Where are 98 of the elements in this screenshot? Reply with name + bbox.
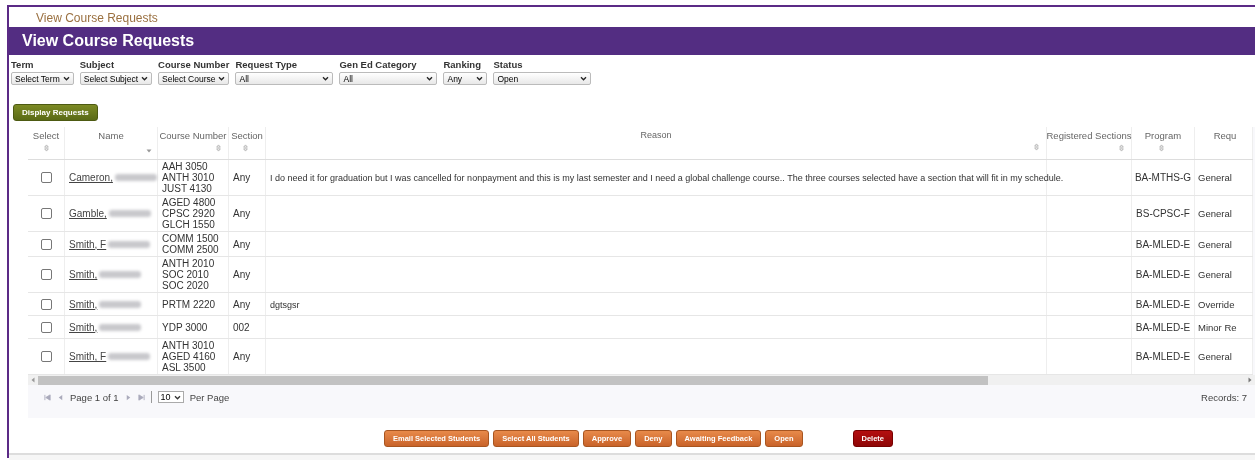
column-header[interactable]: Reason bbox=[640, 130, 672, 140]
redacted-name bbox=[99, 323, 142, 331]
filter-label: Request Type bbox=[235, 59, 298, 70]
row-checkbox[interactable] bbox=[40, 269, 52, 281]
table-cell: General bbox=[1198, 208, 1232, 219]
page-title: View Course Requests bbox=[22, 32, 195, 50]
section-cell: Any bbox=[233, 172, 251, 183]
filter-label: Ranking bbox=[443, 59, 481, 70]
table-cell: Minor Re bbox=[1198, 321, 1237, 333]
section-cell: Any bbox=[233, 208, 251, 219]
student-name-link[interactable]: Smith, F bbox=[69, 351, 107, 362]
row-checkbox[interactable] bbox=[40, 298, 52, 310]
redacted-name bbox=[114, 174, 157, 181]
row-checkbox[interactable] bbox=[40, 172, 52, 184]
program-cell: BA-MTHS-G bbox=[1134, 172, 1192, 183]
per-page-label: Per Page bbox=[189, 391, 230, 403]
row-checkbox[interactable] bbox=[40, 208, 52, 220]
filter-dropdown[interactable]: All bbox=[235, 72, 334, 85]
breadcrumb-link[interactable]: View Course Requests bbox=[36, 11, 158, 27]
row-checkbox[interactable] bbox=[40, 351, 52, 363]
sort-icon[interactable] bbox=[1158, 144, 1164, 152]
filter-label: Course Number bbox=[158, 59, 230, 70]
chevron-down-icon bbox=[580, 76, 588, 81]
filter-label: Status bbox=[493, 59, 523, 70]
reason-cell: dgtsgsr bbox=[270, 299, 300, 310]
redacted-name bbox=[108, 353, 151, 360]
course-numbers: AGED 4800 CPSC 2920 GLCH 1550 bbox=[162, 197, 217, 230]
redacted-name bbox=[108, 210, 151, 217]
student-name-link[interactable]: Smith, bbox=[69, 321, 98, 333]
course-numbers: YDP 3000 bbox=[162, 321, 209, 333]
table-cell: Override bbox=[1198, 298, 1235, 310]
sort-descending-icon[interactable] bbox=[146, 149, 152, 153]
next-page-icon[interactable] bbox=[124, 393, 132, 401]
chevron-down-icon bbox=[173, 394, 181, 400]
student-name-link[interactable]: Gamble, bbox=[69, 208, 107, 219]
student-name-link[interactable]: Smith, bbox=[69, 269, 98, 280]
table-cell: General bbox=[1198, 269, 1232, 280]
program-cell: BA-MLED-E bbox=[1135, 321, 1191, 333]
filter-dropdown[interactable]: Select Course bbox=[158, 72, 230, 85]
program-cell: BS-CPSC-F bbox=[1136, 208, 1190, 219]
table-cell: General bbox=[1198, 172, 1232, 183]
course-numbers: PRTM 2220 bbox=[162, 298, 217, 310]
section-cell: 002 bbox=[233, 321, 250, 333]
column-header[interactable]: Requ bbox=[1213, 130, 1237, 141]
table-cell: General bbox=[1198, 351, 1232, 362]
chevron-down-icon bbox=[426, 76, 434, 81]
course-numbers: ANTH 3010 AGED 4160 ASL 3500 bbox=[162, 340, 217, 373]
filter-dropdown[interactable]: Select Term bbox=[11, 72, 74, 85]
records-count: Records: 7 bbox=[1201, 391, 1247, 403]
previous-page-icon[interactable] bbox=[57, 393, 64, 401]
redacted-name bbox=[99, 300, 142, 308]
course-numbers: ANTH 2010 SOC 2010 SOC 2020 bbox=[162, 258, 216, 291]
chevron-down-icon bbox=[322, 76, 330, 81]
program-cell: BA-MLED-E bbox=[1135, 269, 1191, 280]
program-cell: BA-MLED-E bbox=[1135, 238, 1191, 250]
filter-dropdown[interactable]: Any bbox=[443, 72, 488, 85]
row-checkbox[interactable] bbox=[40, 321, 52, 333]
chevron-down-icon bbox=[476, 76, 484, 81]
scroll-left-icon[interactable] bbox=[31, 377, 35, 383]
column-header[interactable]: Program bbox=[1144, 130, 1182, 141]
chevron-down-icon bbox=[218, 76, 226, 81]
first-page-icon[interactable] bbox=[44, 393, 51, 401]
last-page-icon[interactable] bbox=[137, 393, 145, 401]
filter-label: Term bbox=[11, 59, 34, 70]
program-cell: BA-MLED-E bbox=[1135, 298, 1191, 310]
sort-icon[interactable] bbox=[1034, 143, 1039, 151]
column-header[interactable]: Name bbox=[98, 130, 124, 141]
reason-cell: I do need it for graduation but I was cancelled for nonpayment and this is my last semester and I need a global challenge course.. The three courses selected have a section that will fit in my schedule. bbox=[270, 173, 1064, 183]
chevron-down-icon bbox=[141, 76, 149, 81]
per-page-dropdown[interactable]: 10 bbox=[157, 391, 184, 403]
course-numbers: AAH 3050 ANTH 3010 JUST 4130 bbox=[162, 161, 216, 194]
section-cell: Any bbox=[233, 351, 251, 362]
student-name-link[interactable]: Smith, F bbox=[69, 238, 107, 250]
table-cell: General bbox=[1198, 238, 1232, 250]
filter-label: Gen Ed Category bbox=[339, 59, 417, 70]
sort-icon[interactable] bbox=[43, 144, 49, 152]
horizontal-scrollbar[interactable] bbox=[28, 375, 1255, 385]
redacted-name bbox=[108, 240, 151, 248]
row-checkbox[interactable] bbox=[40, 238, 52, 250]
chevron-down-icon bbox=[62, 76, 70, 81]
section-cell: Any bbox=[233, 298, 251, 310]
student-name-link[interactable]: Cameron, bbox=[69, 172, 113, 183]
sort-icon[interactable] bbox=[1119, 144, 1124, 152]
redacted-name bbox=[99, 271, 142, 278]
section-cell: Any bbox=[233, 238, 251, 250]
scroll-right-icon[interactable] bbox=[1248, 377, 1252, 383]
filter-dropdown[interactable]: Open bbox=[493, 72, 592, 85]
sort-icon[interactable] bbox=[242, 144, 248, 152]
student-name-link[interactable]: Smith, bbox=[69, 298, 98, 310]
filter-label: Subject bbox=[79, 59, 115, 70]
program-cell: BA-MLED-E bbox=[1135, 351, 1191, 362]
filter-dropdown[interactable]: All bbox=[339, 72, 438, 85]
section-cell: Any bbox=[233, 269, 251, 280]
course-numbers: COMM 1500 COMM 2500 bbox=[162, 233, 220, 255]
filter-dropdown[interactable]: Select Subject bbox=[79, 72, 153, 85]
sort-icon[interactable] bbox=[216, 144, 221, 152]
display-requests-button[interactable]: Display Requests bbox=[13, 104, 98, 121]
page-indicator: Page 1 of 1 bbox=[70, 391, 119, 403]
